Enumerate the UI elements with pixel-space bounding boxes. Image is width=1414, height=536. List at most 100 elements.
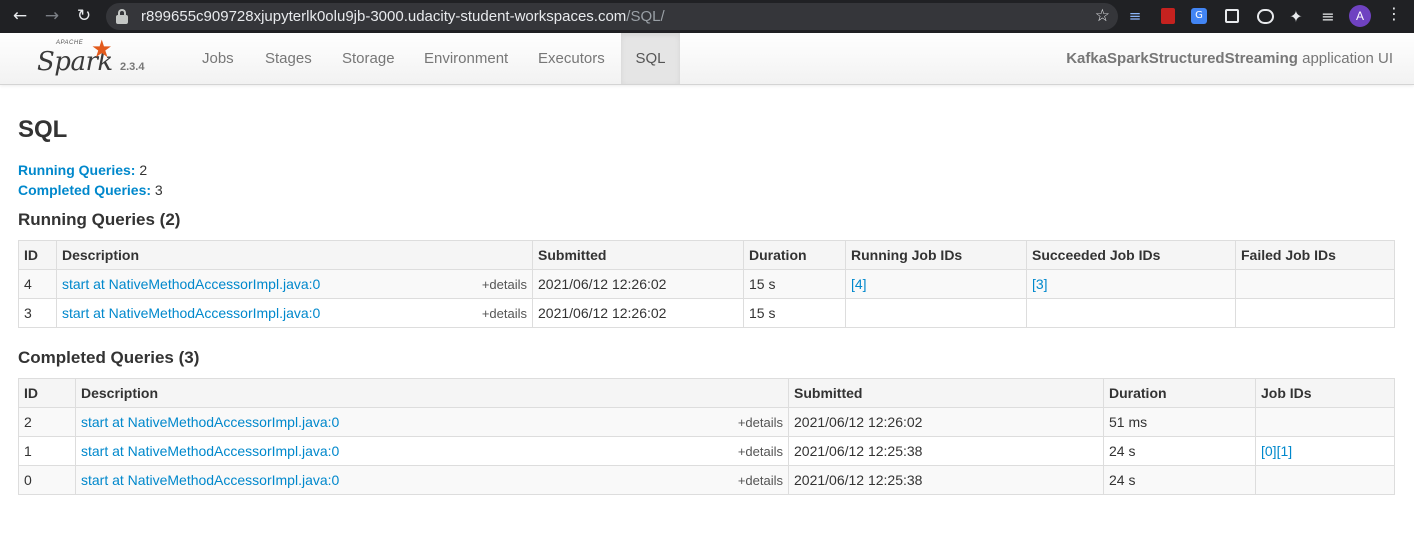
tab-environment[interactable]: Environment bbox=[410, 33, 522, 84]
tab-jobs[interactable]: Jobs bbox=[188, 33, 248, 84]
cell-id: 3 bbox=[18, 298, 57, 328]
completed-queries-title: Completed Queries (3) bbox=[18, 348, 200, 367]
cell-duration: 24 s bbox=[1103, 436, 1256, 466]
table-row: 3 start at NativeMethodAccessorImpl.java… bbox=[18, 298, 1395, 328]
table-row: 0 start at NativeMethodAccessorImpl.java… bbox=[18, 465, 1395, 495]
job-id-link[interactable]: [4] bbox=[851, 276, 867, 292]
cell-submitted: 2021/06/12 12:26:02 bbox=[788, 407, 1104, 437]
tab-storage[interactable]: Storage bbox=[328, 33, 409, 84]
cell-submitted: 2021/06/12 12:26:02 bbox=[532, 269, 744, 299]
lock-icon bbox=[116, 9, 128, 24]
running-count: 2 bbox=[139, 162, 148, 178]
completed-queries-link[interactable]: Completed Queries: bbox=[18, 182, 151, 198]
table-header-row: ID Description Submitted Duration Runnin… bbox=[18, 240, 1395, 270]
column-header-submitted[interactable]: Submitted bbox=[788, 378, 1104, 408]
cell-description: start at NativeMethodAccessorImpl.java:0… bbox=[75, 465, 789, 495]
running-queries-title: Running Queries (2) bbox=[18, 210, 181, 229]
details-toggle[interactable]: +details bbox=[738, 444, 783, 459]
spark-logo[interactable]: APACHE Spark ★ bbox=[36, 35, 126, 81]
cell-succeeded-job-ids bbox=[1026, 298, 1236, 328]
profile-avatar[interactable]: A bbox=[1349, 5, 1371, 27]
tab-executors[interactable]: Executors bbox=[524, 33, 619, 84]
cell-description: start at NativeMethodAccessorImpl.java:0… bbox=[75, 407, 789, 437]
browser-toolbar: ← → ↻ r899655c909728xjupyterlk0olu9jb-30… bbox=[0, 0, 1414, 33]
details-toggle[interactable]: +details bbox=[482, 277, 527, 292]
extension-chat-icon[interactable] bbox=[1255, 6, 1275, 26]
details-toggle[interactable]: +details bbox=[738, 415, 783, 430]
app-suffix: application UI bbox=[1297, 50, 1393, 67]
column-header-id[interactable]: ID bbox=[18, 378, 76, 408]
app-name: KafkaSparkStructuredStreaming bbox=[1066, 50, 1298, 67]
running-queries-link[interactable]: Running Queries: bbox=[18, 162, 135, 178]
cell-id: 1 bbox=[18, 436, 76, 466]
cell-duration: 15 s bbox=[743, 269, 846, 299]
cell-job-ids bbox=[1255, 465, 1395, 495]
column-header-id[interactable]: ID bbox=[18, 240, 57, 270]
table-row: 1 start at NativeMethodAccessorImpl.java… bbox=[18, 436, 1395, 466]
extension-book-icon[interactable] bbox=[1158, 6, 1178, 26]
logo-apache-text: APACHE bbox=[56, 40, 84, 46]
back-arrow-icon[interactable]: ← bbox=[9, 5, 31, 27]
running-queries-table: ID Description Submitted Duration Runnin… bbox=[18, 240, 1395, 328]
details-toggle[interactable]: +details bbox=[738, 473, 783, 488]
reading-list-icon[interactable]: ≡ bbox=[1318, 6, 1338, 26]
summary-completed: Completed Queries: 3 bbox=[18, 182, 163, 198]
column-header-running-job-ids[interactable]: Running Job IDs bbox=[845, 240, 1027, 270]
extension-qr-icon[interactable] bbox=[1222, 6, 1242, 26]
cell-duration: 15 s bbox=[743, 298, 846, 328]
column-header-submitted[interactable]: Submitted bbox=[532, 240, 744, 270]
job-id-link[interactable]: [0][1] bbox=[1261, 443, 1292, 459]
cell-description: start at NativeMethodAccessorImpl.java:0… bbox=[56, 269, 533, 299]
query-description-link[interactable]: start at NativeMethodAccessorImpl.java:0 bbox=[62, 305, 320, 321]
tab-sql[interactable]: SQL bbox=[621, 33, 680, 84]
url-path: /SQL/ bbox=[626, 8, 665, 25]
table-header-row: ID Description Submitted Duration Job ID… bbox=[18, 378, 1395, 408]
column-header-duration[interactable]: Duration bbox=[1103, 378, 1256, 408]
cell-job-ids: [0][1] bbox=[1255, 436, 1395, 466]
column-header-succeeded-job-ids[interactable]: Succeeded Job IDs bbox=[1026, 240, 1236, 270]
cell-submitted: 2021/06/12 12:25:38 bbox=[788, 436, 1104, 466]
column-header-job-ids[interactable]: Job IDs bbox=[1255, 378, 1395, 408]
query-description-link[interactable]: start at NativeMethodAccessorImpl.java:0 bbox=[81, 414, 339, 430]
cell-job-ids bbox=[1255, 407, 1395, 437]
column-header-description[interactable]: Description bbox=[56, 240, 533, 270]
column-header-failed-job-ids[interactable]: Failed Job IDs bbox=[1235, 240, 1395, 270]
details-toggle[interactable]: +details bbox=[482, 306, 527, 321]
page-title: SQL bbox=[18, 116, 68, 143]
url-host: r899655c909728xjupyterlk0olu9jb-3000.uda… bbox=[141, 8, 627, 25]
url-text[interactable]: r899655c909728xjupyterlk0olu9jb-3000.uda… bbox=[141, 8, 665, 25]
cell-failed-job-ids bbox=[1235, 298, 1395, 328]
cell-submitted: 2021/06/12 12:26:02 bbox=[532, 298, 744, 328]
completed-queries-table: ID Description Submitted Duration Job ID… bbox=[18, 378, 1395, 495]
cell-succeeded-job-ids: [3] bbox=[1026, 269, 1236, 299]
extensions-puzzle-icon[interactable]: ✦ bbox=[1286, 6, 1306, 26]
cell-id: 2 bbox=[18, 407, 76, 437]
cell-running-job-ids: [4] bbox=[845, 269, 1027, 299]
query-description-link[interactable]: start at NativeMethodAccessorImpl.java:0 bbox=[62, 276, 320, 292]
column-header-duration[interactable]: Duration bbox=[743, 240, 846, 270]
address-bar[interactable]: r899655c909728xjupyterlk0olu9jb-3000.uda… bbox=[106, 3, 1118, 30]
column-header-description[interactable]: Description bbox=[75, 378, 789, 408]
extension-google-translate-icon[interactable]: G bbox=[1189, 6, 1209, 26]
extension-translate-icon[interactable]: ≡ bbox=[1125, 6, 1145, 26]
tab-stages[interactable]: Stages bbox=[251, 33, 326, 84]
browser-menu-icon[interactable]: ⋮ bbox=[1384, 4, 1404, 23]
app-title: KafkaSparkStructuredStreaming applicatio… bbox=[1066, 50, 1393, 67]
forward-arrow-icon[interactable]: → bbox=[41, 5, 63, 27]
cell-running-job-ids bbox=[845, 298, 1027, 328]
cell-submitted: 2021/06/12 12:25:38 bbox=[788, 465, 1104, 495]
bookmark-star-icon[interactable]: ☆ bbox=[1095, 6, 1110, 26]
cell-duration: 24 s bbox=[1103, 465, 1256, 495]
cell-duration: 51 ms bbox=[1103, 407, 1256, 437]
query-description-link[interactable]: start at NativeMethodAccessorImpl.java:0 bbox=[81, 443, 339, 459]
completed-count: 3 bbox=[154, 182, 163, 198]
query-description-link[interactable]: start at NativeMethodAccessorImpl.java:0 bbox=[81, 472, 339, 488]
spark-star-icon: ★ bbox=[91, 35, 113, 63]
cell-failed-job-ids bbox=[1235, 269, 1395, 299]
cell-description: start at NativeMethodAccessorImpl.java:0… bbox=[75, 436, 789, 466]
cell-id: 4 bbox=[18, 269, 57, 299]
job-id-link[interactable]: [3] bbox=[1032, 276, 1048, 292]
table-row: 4 start at NativeMethodAccessorImpl.java… bbox=[18, 269, 1395, 299]
reload-icon[interactable]: ↻ bbox=[73, 5, 95, 27]
cell-description: start at NativeMethodAccessorImpl.java:0… bbox=[56, 298, 533, 328]
